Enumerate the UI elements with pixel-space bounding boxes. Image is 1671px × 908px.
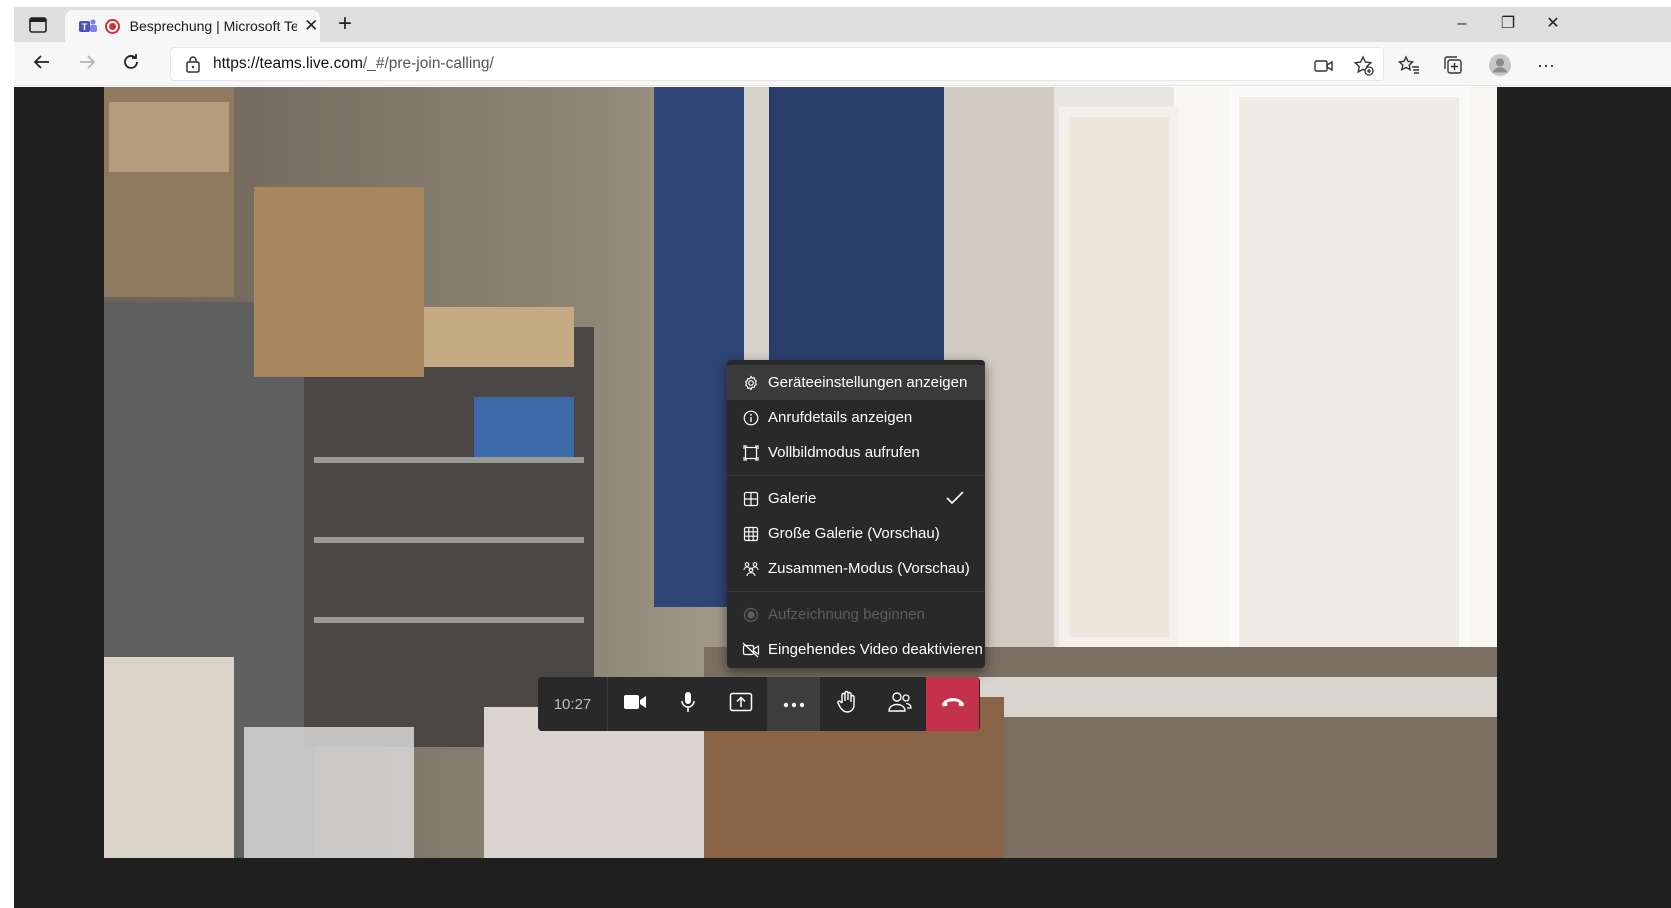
menu-item-device-settings[interactable]: Geräteeinstellungen anzeigen	[727, 365, 985, 400]
participants-icon	[887, 691, 913, 718]
svg-text:T: T	[82, 22, 88, 32]
menu-divider	[727, 475, 985, 476]
more-icon[interactable]: ···	[1532, 51, 1560, 79]
large-grid-icon	[742, 525, 760, 543]
address-bar[interactable]: https://teams.live.com/_#/pre-join-calli…	[170, 47, 1384, 81]
menu-item-fullscreen[interactable]: Vollbildmodus aufrufen	[727, 435, 985, 470]
tab-title: Besprechung | Microsoft Teams	[129, 18, 297, 34]
back-icon[interactable]	[28, 51, 56, 79]
menu-item-together-mode[interactable]: Zusammen-Modus (Vorschau)	[727, 551, 985, 586]
raise-hand-button[interactable]	[820, 677, 873, 731]
favorites-icon[interactable]	[1395, 51, 1423, 79]
meeting-stage: Geräteeinstellungen anzeigen Anrufdetail…	[14, 87, 1671, 908]
menu-divider	[727, 591, 985, 592]
url-text: https://teams.live.com/_#/pre-join-calli…	[213, 55, 494, 72]
tab-strip: T Besprechung | Microsoft Teams ✕ + – ❐ …	[14, 7, 1671, 42]
camera-permission-icon[interactable]	[1311, 53, 1337, 79]
more-options-menu: Geräteeinstellungen anzeigen Anrufdetail…	[727, 360, 985, 668]
microphone-icon	[679, 691, 697, 718]
call-controls-bar: 10:27	[538, 677, 980, 731]
hang-up-icon	[940, 695, 966, 713]
collections-icon[interactable]	[1439, 51, 1467, 79]
checkmark-icon	[945, 489, 965, 511]
camera-toggle-button[interactable]	[608, 677, 661, 731]
profile-icon[interactable]	[1486, 51, 1514, 79]
restore-button[interactable]: ❐	[1497, 13, 1519, 35]
camera-icon	[623, 693, 647, 716]
address-toolbar: https://teams.live.com/_#/pre-join-calli…	[14, 42, 1671, 86]
menu-item-gallery[interactable]: Galerie	[727, 481, 985, 516]
more-actions-button[interactable]	[767, 677, 820, 731]
raise-hand-icon	[836, 690, 858, 719]
lock-icon[interactable]	[185, 55, 201, 73]
grid-icon	[742, 490, 760, 508]
hang-up-button[interactable]	[926, 677, 979, 731]
share-screen-icon	[729, 692, 753, 717]
call-timer: 10:27	[538, 677, 608, 731]
info-icon	[742, 409, 760, 427]
add-favorite-icon[interactable]	[1351, 53, 1377, 79]
together-mode-icon	[742, 560, 760, 578]
record-icon	[105, 18, 120, 34]
menu-item-call-details[interactable]: Anrufdetails anzeigen	[727, 400, 985, 435]
fullscreen-icon	[742, 444, 760, 462]
browser-tab[interactable]: T Besprechung | Microsoft Teams ✕	[65, 10, 320, 42]
new-tab-button[interactable]: +	[332, 12, 358, 38]
share-screen-button[interactable]	[714, 677, 767, 731]
participants-button[interactable]	[873, 677, 926, 731]
browser-window: T Besprechung | Microsoft Teams ✕ + – ❐ …	[14, 7, 1671, 908]
forward-icon	[73, 51, 101, 79]
tab-actions-icon[interactable]	[26, 14, 50, 36]
video-off-icon	[742, 641, 760, 659]
minimize-button[interactable]: –	[1451, 13, 1473, 35]
gear-icon	[742, 374, 760, 392]
menu-item-large-gallery[interactable]: Große Galerie (Vorschau)	[727, 516, 985, 551]
more-actions-icon	[783, 695, 805, 713]
tab-close-icon[interactable]: ✕	[303, 16, 320, 36]
menu-item-start-recording: Aufzeichnung beginnen	[727, 597, 985, 632]
teams-logo-icon: T	[79, 18, 97, 34]
refresh-icon[interactable]	[117, 51, 145, 79]
close-window-button[interactable]: ✕	[1542, 13, 1564, 35]
microphone-toggle-button[interactable]	[661, 677, 714, 731]
record-icon	[742, 606, 760, 624]
menu-item-disable-incoming-video[interactable]: Eingehendes Video deaktivieren	[727, 632, 985, 667]
